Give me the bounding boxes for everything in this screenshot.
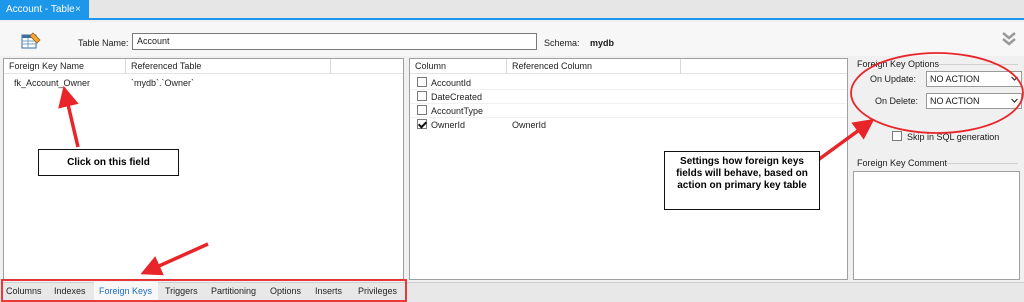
group-divider bbox=[938, 64, 1018, 65]
on-update-label: On Update: bbox=[870, 74, 917, 84]
tab-columns[interactable]: Columns bbox=[6, 286, 42, 296]
skip-sql-checkbox[interactable] bbox=[892, 131, 902, 141]
column-divider[interactable] bbox=[125, 59, 126, 74]
column-name-cell: AccountId bbox=[431, 78, 472, 88]
double-chevron-down-icon[interactable] bbox=[1000, 29, 1018, 49]
column-divider[interactable] bbox=[330, 59, 331, 74]
annotation-settings-callout: Settings how foreign keys fields will be… bbox=[664, 151, 820, 210]
column-checkbox[interactable] bbox=[417, 105, 427, 115]
on-update-select[interactable]: NO ACTION bbox=[926, 71, 1022, 87]
tab-title: Account - Table bbox=[6, 4, 75, 15]
row-divider bbox=[410, 103, 847, 104]
annotation-click-text: Click on this field bbox=[67, 157, 150, 168]
on-delete-label: On Delete: bbox=[875, 96, 919, 106]
row-divider bbox=[410, 89, 847, 90]
close-icon[interactable]: × bbox=[75, 0, 81, 20]
fk-grid-header: Foreign Key Name Referenced Table bbox=[4, 59, 403, 74]
column-column-header[interactable]: Column bbox=[415, 61, 446, 71]
fk-comment-textarea[interactable] bbox=[853, 171, 1020, 280]
tab-triggers[interactable]: Triggers bbox=[165, 286, 198, 296]
column-name-cell: AccountType bbox=[431, 106, 484, 116]
fk-name-column-header[interactable]: Foreign Key Name bbox=[9, 61, 84, 71]
row-divider bbox=[410, 117, 847, 118]
column-checkbox-checked[interactable] bbox=[417, 119, 427, 129]
fk-comment-label: Foreign Key Comment bbox=[857, 158, 948, 168]
group-divider bbox=[946, 163, 1018, 164]
editor-tab-strip bbox=[0, 0, 1024, 20]
tab-indexes[interactable]: Indexes bbox=[54, 286, 86, 296]
annotation-settings-line: action on primary key table bbox=[677, 180, 807, 191]
column-checkbox[interactable] bbox=[417, 77, 427, 87]
column-grid-header: Column Referenced Column bbox=[410, 59, 847, 74]
tab-privileges[interactable]: Privileges bbox=[358, 286, 397, 296]
on-update-value: NO ACTION bbox=[930, 74, 980, 84]
annotation-click-callout: Click on this field bbox=[38, 149, 179, 176]
tab-partitioning[interactable]: Partitioning bbox=[211, 286, 256, 296]
fk-options-group-label: Foreign Key Options bbox=[857, 59, 940, 69]
column-name-cell: OwnerId bbox=[431, 120, 466, 130]
tab-account-table[interactable]: Account - Table × bbox=[0, 0, 89, 20]
on-delete-value: NO ACTION bbox=[930, 96, 980, 106]
tab-inserts[interactable]: Inserts bbox=[315, 286, 342, 296]
referenced-column-cell[interactable]: OwnerId bbox=[512, 120, 546, 130]
annotation-settings-line: Settings how foreign keys bbox=[680, 156, 804, 167]
column-checkbox[interactable] bbox=[417, 91, 427, 101]
chevron-down-icon bbox=[1011, 76, 1018, 81]
schema-label: Schema: bbox=[544, 38, 580, 48]
referenced-table-column-header[interactable]: Referenced Table bbox=[131, 61, 201, 71]
fk-name-cell[interactable]: fk_Account_Owner bbox=[14, 78, 90, 88]
table-name-input[interactable]: Account bbox=[132, 33, 537, 50]
schema-value: mydb bbox=[590, 38, 615, 48]
tab-options[interactable]: Options bbox=[270, 286, 301, 296]
referenced-column-column-header[interactable]: Referenced Column bbox=[512, 61, 592, 71]
table-name-label: Table Name: bbox=[78, 38, 129, 48]
chevron-down-icon bbox=[1011, 98, 1018, 103]
on-delete-select[interactable]: NO ACTION bbox=[926, 93, 1022, 109]
fk-referenced-table-cell[interactable]: `mydb`.`Owner` bbox=[131, 78, 194, 88]
column-name-cell: DateCreated bbox=[431, 92, 483, 102]
table-edit-icon bbox=[20, 31, 42, 51]
column-divider[interactable] bbox=[680, 59, 681, 74]
annotation-settings-line: fields will behave, based on bbox=[676, 168, 808, 179]
column-divider[interactable] bbox=[506, 59, 507, 74]
skip-sql-label[interactable]: Skip in SQL generation bbox=[907, 132, 999, 142]
tab-foreign-keys[interactable]: Foreign Keys bbox=[99, 286, 152, 296]
